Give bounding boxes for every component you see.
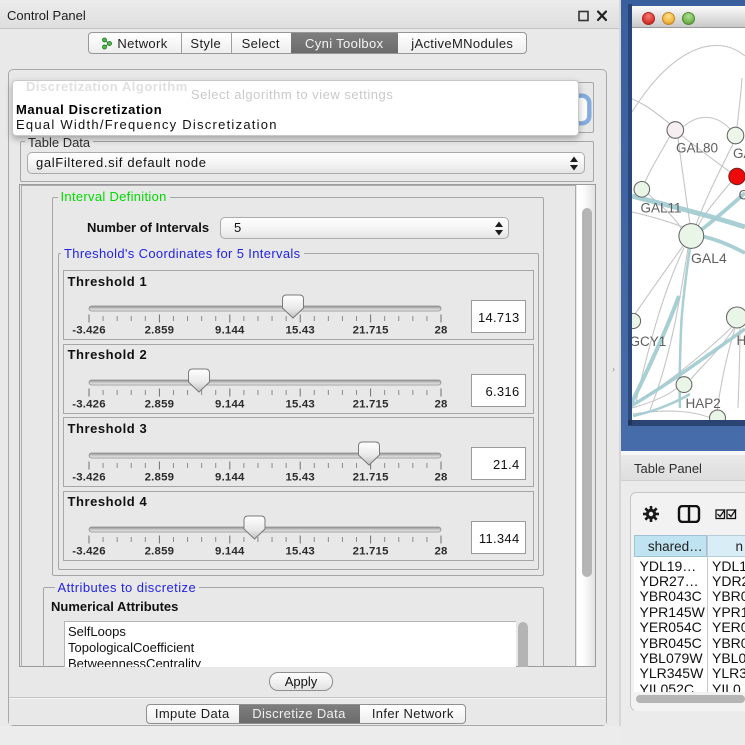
svg-text:28: 28: [434, 325, 447, 337]
svg-text:2.859: 2.859: [145, 472, 175, 484]
svg-text:9.144: 9.144: [215, 545, 245, 557]
svg-text:GAL3: GAL3: [733, 146, 745, 161]
svg-text:15.43: 15.43: [285, 472, 315, 484]
svg-text:-3.426: -3.426: [72, 398, 106, 410]
svg-text:28: 28: [434, 472, 447, 484]
svg-text:21.715: 21.715: [353, 325, 390, 337]
svg-text:9.144: 9.144: [215, 472, 245, 484]
svg-text:-3.426: -3.426: [72, 545, 106, 557]
svg-text:-3.426: -3.426: [72, 325, 106, 337]
svg-text:GCY1: GCY1: [632, 334, 666, 349]
svg-text:HIS7: HIS7: [737, 333, 745, 348]
svg-text:9.144: 9.144: [215, 325, 245, 337]
svg-text:-3.426: -3.426: [72, 472, 106, 484]
svg-text:21.715: 21.715: [353, 398, 390, 410]
svg-text:CDC1: CDC1: [739, 188, 745, 203]
svg-text:15.43: 15.43: [285, 398, 315, 410]
svg-text:2.859: 2.859: [145, 398, 175, 410]
svg-text:9.144: 9.144: [215, 398, 245, 410]
svg-text:28: 28: [434, 398, 447, 410]
svg-text:15.43: 15.43: [285, 325, 315, 337]
svg-text:2.859: 2.859: [145, 545, 175, 557]
svg-text:21.715: 21.715: [353, 472, 390, 484]
svg-text:GAL11: GAL11: [641, 201, 682, 216]
svg-text:28: 28: [434, 545, 447, 557]
svg-text:GAL4: GAL4: [691, 250, 727, 266]
svg-text:21.715: 21.715: [353, 545, 390, 557]
svg-text:GAL80: GAL80: [676, 141, 718, 156]
svg-text:15.43: 15.43: [285, 545, 315, 557]
svg-text:HAP2: HAP2: [686, 396, 721, 411]
svg-text:2.859: 2.859: [145, 325, 175, 337]
